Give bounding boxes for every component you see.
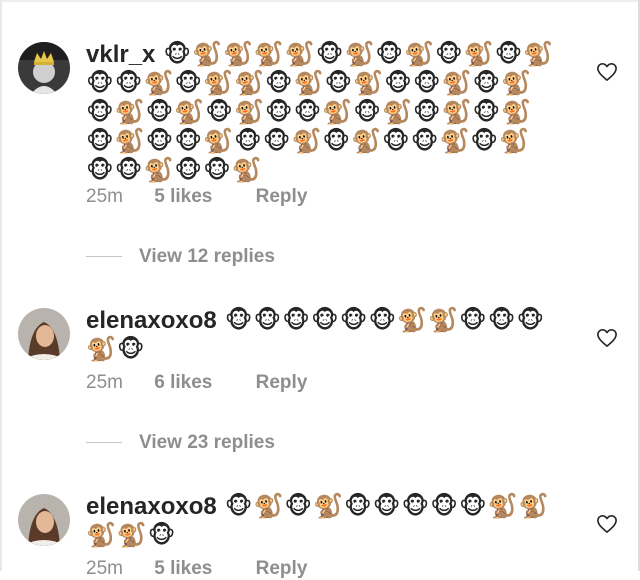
comment-timestamp: 25m	[86, 372, 123, 393]
likes-count-link[interactable]: 5 likes	[154, 558, 212, 580]
replies-divider	[86, 442, 122, 444]
view-replies-label: View 23 replies	[139, 432, 275, 453]
comment-meta: 25m 6 likes Reply	[86, 372, 307, 394]
view-replies-button[interactable]: View 12 replies	[86, 246, 275, 268]
heart-outline-icon[interactable]	[596, 328, 618, 348]
avatar-crown-icon	[18, 42, 70, 94]
view-replies-label: View 12 replies	[139, 246, 275, 267]
avatar[interactable]	[18, 494, 70, 546]
comment-text: 🐵🐒🐒🐒🐒🐵🐒🐵🐒🐵🐒🐵🐒🐵🐵🐒🐵🐒🐒🐵🐒🐵🐒🐵🐵🐒🐵🐒🐵🐒🐵🐒🐵🐒🐵🐵🐒🐵🐒🐵…	[86, 40, 555, 184]
comment-username[interactable]: elenaxoxo8	[86, 493, 217, 520]
comment-timestamp: 25m	[86, 558, 123, 579]
likes-count-link[interactable]: 5 likes	[154, 186, 212, 208]
comment-username[interactable]: elenaxoxo8	[86, 307, 217, 334]
comment-body: elenaxoxo8 🐵🐵🐵🐵🐵🐵🐒🐒🐵🐵🐵🐒🐵	[86, 306, 556, 364]
view-replies-button[interactable]: View 23 replies	[86, 432, 275, 454]
reply-button[interactable]: Reply	[256, 186, 308, 208]
reply-button[interactable]: Reply	[256, 558, 308, 580]
comment-meta: 25m 5 likes Reply	[86, 186, 307, 208]
heart-outline-icon[interactable]	[596, 62, 618, 82]
avatar[interactable]	[18, 42, 70, 94]
comment-meta: 25m 5 likes Reply	[86, 558, 307, 580]
avatar-photo-icon	[18, 494, 70, 546]
likes-count-link[interactable]: 6 likes	[154, 372, 212, 394]
frame-left-border	[0, 0, 2, 571]
avatar[interactable]	[18, 308, 70, 360]
frame-top-border	[0, 0, 640, 2]
comment-body: vklr_x 🐵🐒🐒🐒🐒🐵🐒🐵🐒🐵🐒🐵🐒🐵🐵🐒🐵🐒🐒🐵🐒🐵🐒🐵🐵🐒🐵🐒🐵🐒🐵🐒🐵🐒…	[86, 40, 556, 185]
comment-body: elenaxoxo8 🐵🐒🐵🐒🐵🐵🐵🐵🐵🐒🐒🐒🐒🐵	[86, 492, 556, 550]
comment-timestamp: 25m	[86, 186, 123, 207]
replies-divider	[86, 256, 122, 258]
comment-username[interactable]: vklr_x	[86, 41, 155, 68]
heart-outline-icon[interactable]	[596, 514, 618, 534]
reply-button[interactable]: Reply	[256, 372, 308, 394]
avatar-photo-icon	[18, 308, 70, 360]
